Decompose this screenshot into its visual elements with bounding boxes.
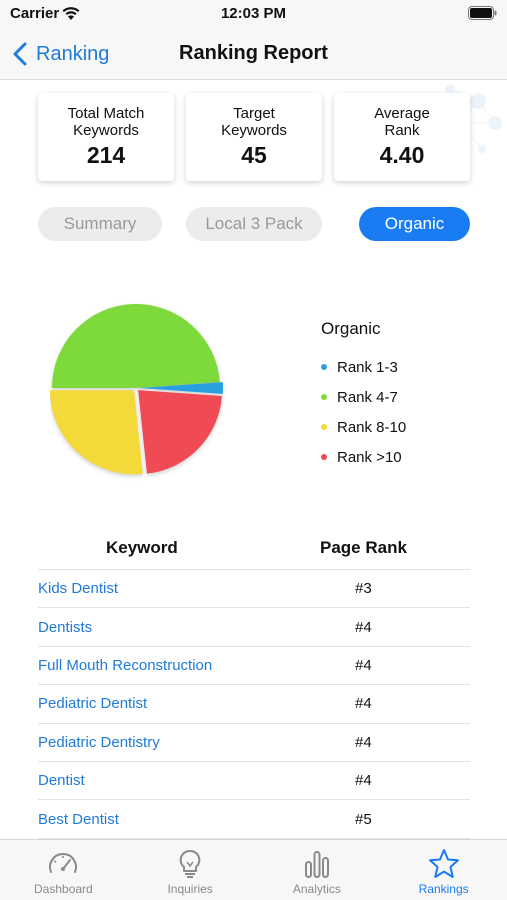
stats-cards: Total Match Keywords 214 Target Keywords… [38, 93, 470, 181]
legend-title: Organic [321, 319, 381, 338]
table-row: Pediatric Dentistry #4 [38, 724, 470, 762]
tab-summary[interactable]: Summary [38, 207, 162, 241]
page-rank-value: #4 [355, 656, 372, 674]
tab-rankings[interactable]: Rankings [380, 840, 507, 900]
pie-slice-rank-8-10 [50, 390, 143, 475]
legend-item: Rank >10 [321, 442, 406, 472]
keyword-link[interactable]: Dentist [38, 772, 248, 789]
legend-dot-icon [321, 364, 327, 370]
stat-label: Keywords [73, 122, 139, 139]
table-row: Full Mouth Reconstruction #4 [38, 647, 470, 686]
page-rank-value: #4 [355, 733, 372, 751]
legend-label: Rank 4-7 [337, 388, 398, 406]
legend-label: Rank 1-3 [337, 358, 398, 376]
keyword-link[interactable]: Kids Dentist [38, 580, 248, 597]
stat-label: Target [233, 105, 275, 122]
status-bar: Carrier 12:03 PM [0, 0, 507, 30]
tab-label: Analytics [292, 882, 341, 896]
stat-label: Rank [384, 122, 420, 139]
keyword-link[interactable]: Full Mouth Reconstruction [38, 657, 248, 674]
stat-value: 45 [241, 142, 267, 168]
total-match-keywords-card: Total Match Keywords 214 [38, 93, 174, 181]
table-row: Dentists #4 [38, 608, 470, 647]
pie-slice-rank-4-7 [52, 304, 220, 388]
tab-label: Dashboard [34, 882, 93, 896]
legend-dot-icon [321, 394, 327, 400]
legend-item: Rank 1-3 [321, 352, 406, 382]
page-rank-value: #4 [355, 695, 372, 713]
stat-label: Average [374, 105, 430, 122]
navigation-bar: Ranking Ranking Report [0, 30, 507, 80]
page-rank-value: #3 [355, 580, 372, 598]
table-row: Kids Dentist #3 [38, 570, 470, 609]
speedometer-icon [49, 853, 78, 873]
star-icon [428, 849, 459, 878]
tab-label: Rankings [418, 882, 469, 896]
stat-label: Total Match [67, 105, 145, 122]
page-rank-column-header: Page Rank [320, 537, 407, 557]
pie-slice-rank-10 [138, 390, 222, 474]
legend-item: Rank 4-7 [321, 382, 406, 412]
keyword-column-header: Keyword [106, 537, 178, 557]
target-keywords-card: Target Keywords 45 [186, 93, 322, 181]
tab-local-3-pack[interactable]: Local 3 Pack [186, 207, 322, 241]
page-rank-value: #5 [355, 810, 372, 828]
bar-chart-icon [304, 851, 329, 878]
legend-label: Rank 8-10 [337, 418, 407, 436]
tab-label: Inquiries [167, 882, 213, 896]
tab-dashboard[interactable]: Dashboard [0, 840, 127, 900]
keyword-link[interactable]: Pediatric Dentist [38, 695, 248, 712]
segment-tabs: Summary Local 3 Pack Organic [38, 207, 470, 241]
legend-label: Rank >10 [337, 448, 402, 466]
keyword-link[interactable]: Dentists [38, 619, 248, 636]
page-rank-value: #4 [355, 618, 372, 636]
legend-dot-icon [321, 454, 327, 460]
keyword-rank-table: Keyword Page Rank Kids Dentist #3 Dentis… [38, 526, 470, 839]
chart-legend: Organic Rank 1-3 Rank 4-7 Rank 8-10 Rank… [321, 319, 406, 472]
keyword-link[interactable]: Best Dentist [38, 811, 248, 828]
table-row: Best Dentist #5 [38, 800, 470, 839]
lightbulb-icon [179, 849, 201, 878]
content-area[interactable]: Total Match Keywords 214 Target Keywords… [0, 81, 507, 839]
legend-item: Rank 8-10 [321, 412, 406, 442]
status-time: 12:03 PM [220, 5, 287, 22]
tab-organic[interactable]: Organic [359, 207, 470, 241]
tab-analytics[interactable]: Analytics [254, 840, 381, 900]
keyword-link[interactable]: Pediatric Dentistry [38, 734, 248, 751]
table-row: Pediatric Dentist #4 [38, 685, 470, 724]
page-rank-value: #4 [355, 772, 372, 790]
organic-pie-chart [50, 304, 223, 475]
legend-dot-icon [321, 424, 327, 430]
tab-inquiries[interactable]: Inquiries [127, 840, 254, 900]
table-row: Dentist #4 [38, 762, 470, 801]
table-header: Keyword Page Rank [38, 526, 470, 570]
bottom-tab-bar: Dashboard Inquiries Analytics Rankings [0, 839, 507, 900]
battery-icon [468, 6, 497, 20]
page-title: Ranking Report [179, 42, 328, 64]
average-rank-card: Average Rank 4.40 [334, 93, 470, 181]
stat-label: Keywords [221, 122, 287, 139]
stat-value: 214 [86, 142, 126, 168]
stat-value: 4.40 [379, 142, 425, 168]
